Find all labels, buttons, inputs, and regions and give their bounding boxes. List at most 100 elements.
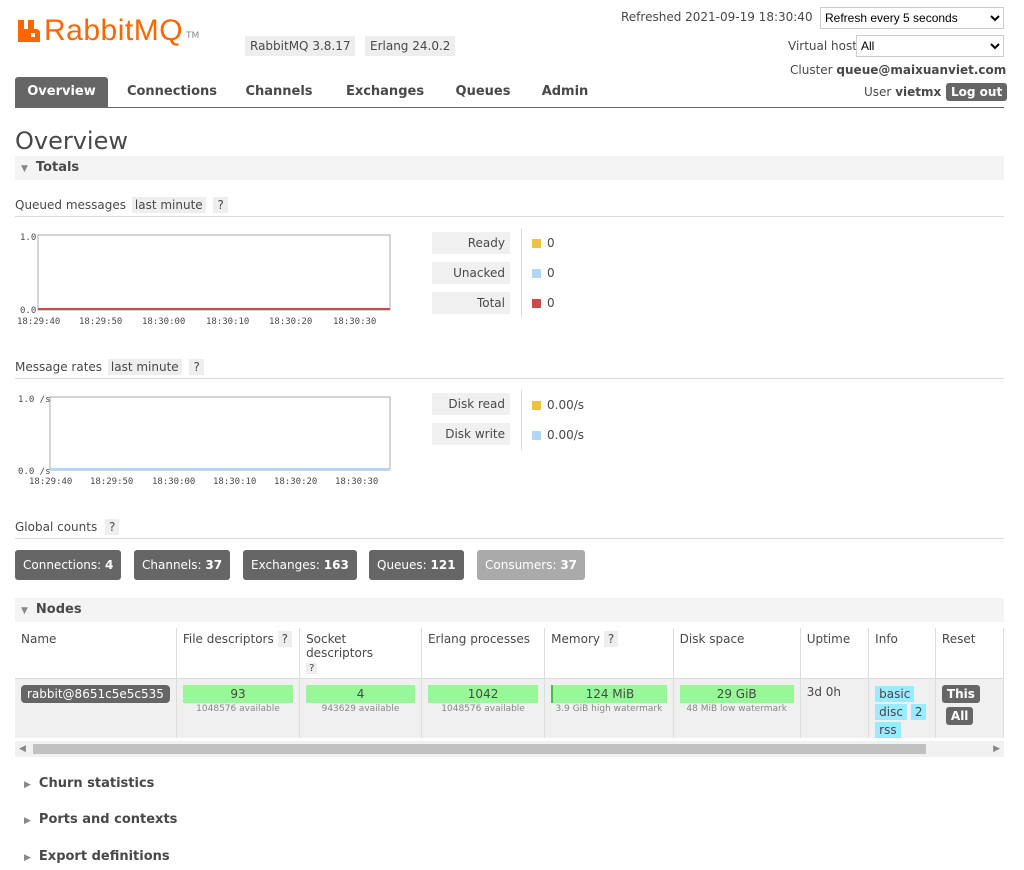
disk-write-swatch: [532, 431, 541, 440]
channels-count-button[interactable]: Channels: 37: [134, 550, 231, 580]
y-axis-bottom: 0.0: [20, 306, 36, 316]
consumers-count-button[interactable]: Consumers: 37: [477, 550, 586, 580]
fd-bar: 93: [182, 685, 294, 703]
col-info[interactable]: Info: [868, 628, 936, 679]
ports-and-contexts-toggle[interactable]: ▶ Ports and contexts: [24, 812, 177, 827]
x-tick: 18:30:10: [206, 317, 249, 327]
legend-value-disk-read: 0.00/s: [532, 394, 584, 416]
main-nav-tabs: Overview Connections Channels Exchanges …: [15, 77, 1004, 108]
x-tick: 18:30:30: [335, 477, 378, 487]
legend-value-disk-write: 0.00/s: [532, 424, 584, 446]
x-tick: 18:30:30: [333, 317, 376, 327]
message-rates-chart: 1.0 /s 0.0 /s 18:29:40 18:29:50 18:30:00…: [18, 395, 391, 487]
x-tick: 18:30:20: [269, 317, 312, 327]
erlang-version: Erlang 24.0.2: [365, 36, 456, 56]
tab-connections[interactable]: Connections: [123, 77, 221, 107]
totals-section-header[interactable]: ▼ Totals: [15, 156, 1004, 180]
message-rates-header: Message rates last minute ?: [15, 358, 1004, 379]
help-button[interactable]: ?: [277, 631, 292, 647]
ready-swatch: [532, 239, 541, 248]
connections-count-button[interactable]: Connections: 4: [15, 550, 122, 580]
cell-disk: 29 GiB 48 MiB low watermark: [673, 678, 801, 738]
tab-overview[interactable]: Overview: [15, 77, 108, 107]
collapse-triangle-icon: ▼: [21, 606, 28, 616]
cell-ep: 1042 1048576 available: [421, 678, 546, 738]
cell-reset: This All: [935, 678, 1004, 738]
tab-channels[interactable]: Channels: [243, 77, 315, 107]
queued-messages-header: Queued messages last minute ?: [15, 196, 1004, 217]
virtual-host-select[interactable]: All: [856, 35, 1004, 57]
x-tick: 18:29:40: [29, 477, 72, 487]
x-tick: 18:29:50: [79, 317, 122, 327]
legend-divider: [521, 228, 522, 318]
logo-wordmark: RabbitMQ: [44, 14, 184, 47]
legend-label-unacked: Unacked: [432, 262, 510, 284]
legend-label-total: Total: [432, 292, 510, 314]
x-tick: 18:30:10: [213, 477, 256, 487]
x-tick: 18:30:20: [274, 477, 317, 487]
legend-divider: [521, 390, 522, 450]
help-button[interactable]: ?: [306, 663, 318, 674]
rabbitmq-version: RabbitMQ 3.8.17: [245, 36, 356, 56]
help-button[interactable]: ?: [603, 631, 619, 647]
y-axis-top: 1.0: [20, 233, 36, 243]
info-tag-count[interactable]: 2: [910, 704, 927, 720]
memory-bar: 124 MiB: [551, 685, 667, 703]
col-erlang-processes[interactable]: Erlang processes: [421, 628, 546, 679]
reset-all-button[interactable]: All: [945, 707, 974, 725]
refreshed-timestamp: Refreshed 2021-09-19 18:30:40: [621, 10, 813, 24]
y-axis-bottom: 0.0 /s: [18, 467, 51, 477]
cell-uptime: 3d 0h: [800, 678, 870, 738]
global-counts-header: Global counts ?: [15, 518, 1004, 539]
table-header-row: Name File descriptors ? Socket descripto…: [15, 628, 1004, 679]
scroll-right-icon[interactable]: ▶: [993, 741, 1000, 757]
node-name-link[interactable]: rabbit@8651c5e5c535: [21, 685, 170, 703]
cluster-info: Cluster queue@maixuanviet.com: [790, 63, 1007, 77]
cell-fd: 93 1048576 available: [176, 678, 301, 738]
col-file-descriptors[interactable]: File descriptors ?: [176, 628, 301, 679]
col-name[interactable]: Name: [15, 628, 177, 679]
col-socket-descriptors[interactable]: Socket descriptors?: [299, 628, 422, 679]
rabbitmq-logo-icon: [16, 18, 42, 44]
nodes-table-viewport: Name File descriptors ? Socket descripto…: [15, 628, 1004, 738]
rates-help-button[interactable]: ?: [189, 359, 204, 375]
queues-count-button[interactable]: Queues: 121: [369, 550, 464, 580]
total-swatch: [532, 299, 541, 308]
legend-value-ready: 0: [532, 232, 555, 254]
cell-name: rabbit@8651c5e5c535: [15, 678, 177, 738]
scroll-left-icon[interactable]: ◀: [19, 741, 26, 757]
queued-help-button[interactable]: ?: [213, 197, 228, 213]
tab-exchanges[interactable]: Exchanges: [343, 77, 427, 107]
expand-triangle-icon: ▶: [24, 816, 31, 826]
info-tag-basic[interactable]: basic: [875, 686, 915, 702]
col-uptime[interactable]: Uptime: [800, 628, 870, 679]
queued-range-selector[interactable]: last minute: [131, 197, 206, 213]
x-tick: 18:29:40: [17, 317, 60, 327]
global-counts-help-button[interactable]: ?: [105, 519, 120, 535]
unacked-swatch: [532, 269, 541, 278]
disk-read-swatch: [532, 401, 541, 410]
expand-triangle-icon: ▶: [24, 853, 31, 863]
col-reset[interactable]: Reset: [935, 628, 1004, 679]
rates-range-selector[interactable]: last minute: [107, 359, 182, 375]
tab-admin[interactable]: Admin: [537, 77, 593, 107]
reset-this-button[interactable]: This: [941, 685, 980, 703]
cell-sd: 4 943629 available: [299, 678, 422, 738]
nodes-section-header[interactable]: ▼ Nodes: [15, 598, 1004, 622]
horizontal-scrollbar[interactable]: ◀ ▶: [15, 741, 1004, 757]
x-tick: 18:30:00: [152, 477, 195, 487]
legend-value-total: 0: [532, 292, 555, 314]
col-memory[interactable]: Memory ?: [544, 628, 674, 679]
exchanges-count-button[interactable]: Exchanges: 163: [243, 550, 357, 580]
col-disk-space[interactable]: Disk space: [673, 628, 801, 679]
info-tag-rss[interactable]: rss: [875, 722, 901, 738]
nodes-table: Name File descriptors ? Socket descripto…: [15, 628, 1004, 738]
info-tag-disc[interactable]: disc: [875, 704, 907, 720]
refresh-interval-select[interactable]: Refresh every 5 seconds: [820, 7, 1004, 29]
collapse-triangle-icon: ▼: [21, 164, 28, 174]
export-definitions-toggle[interactable]: ▶ Export definitions: [24, 849, 170, 864]
scrollbar-thumb[interactable]: [33, 744, 926, 754]
tab-queues[interactable]: Queues: [453, 77, 513, 107]
rabbitmq-logo[interactable]: RabbitMQ TM: [16, 14, 199, 48]
churn-statistics-toggle[interactable]: ▶ Churn statistics: [24, 776, 154, 791]
